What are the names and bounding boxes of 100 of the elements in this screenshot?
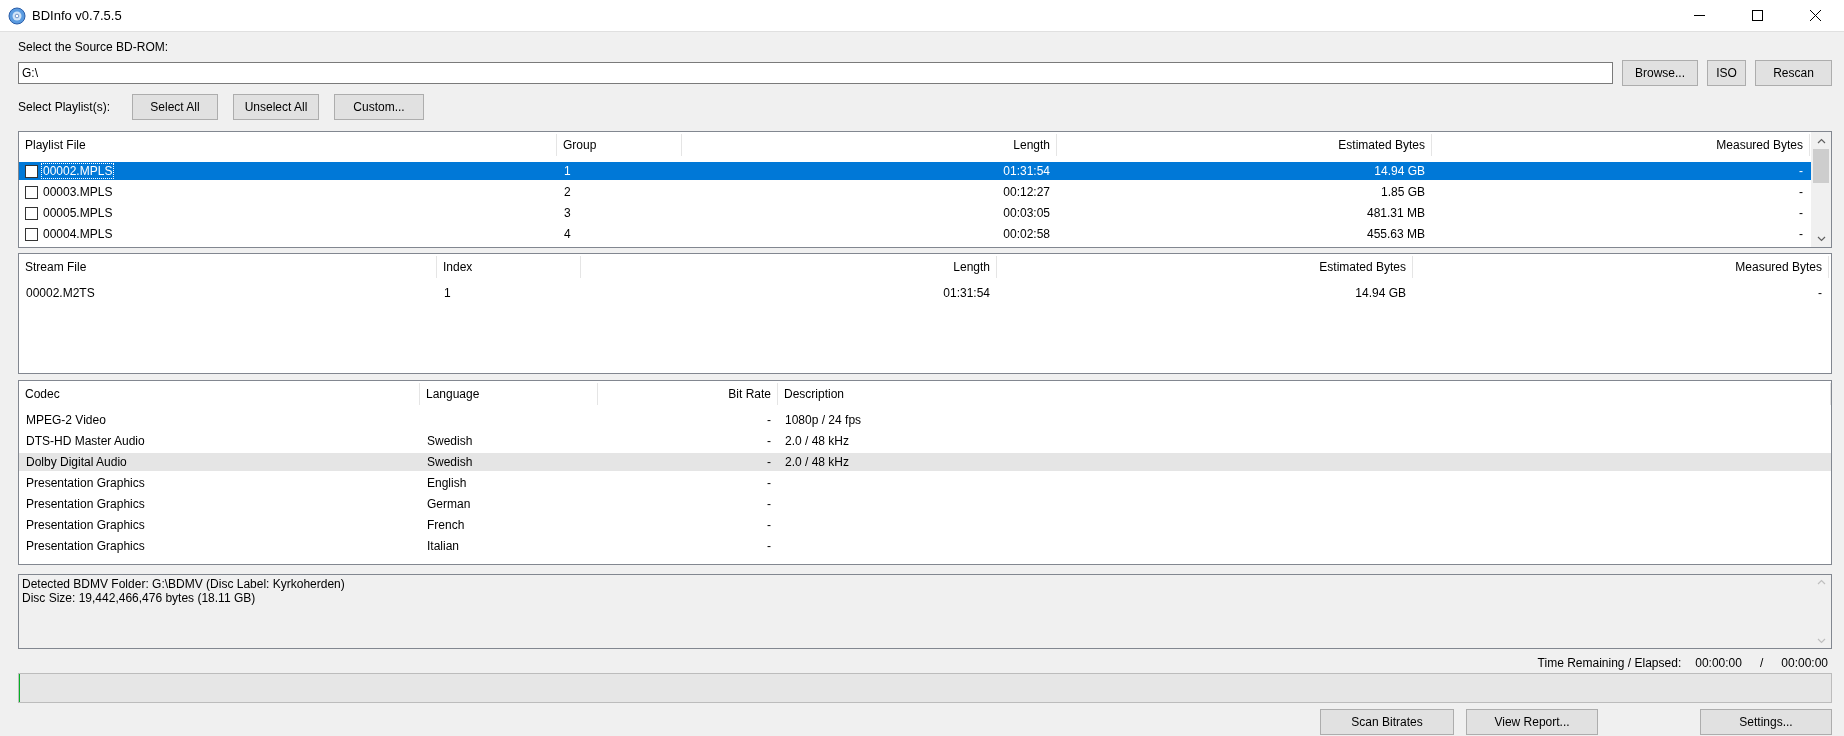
- log-line: Disc Size: 19,442,466,476 bytes (18.11 GB): [22, 591, 257, 605]
- button[interactable]: View Report...: [1466, 709, 1598, 735]
- table-row[interactable]: DTS-HD Master Audio Swedish - 2.0 / 48 kHz: [19, 432, 1831, 450]
- button[interactable]: Browse...: [1622, 60, 1698, 86]
- column-header[interactable]: Measured Bytes: [1413, 256, 1829, 278]
- table-cell: French: [426, 518, 466, 532]
- table-cell: 00002.MPLS: [42, 164, 114, 178]
- table-cell: -: [766, 518, 772, 532]
- table-cell: -: [1798, 206, 1804, 220]
- table-cell: English: [426, 476, 468, 490]
- table-cell: 01:31:54: [1002, 164, 1051, 178]
- table-row[interactable]: 00005.MPLS 3 00:03:05 481.31 MB -: [19, 204, 1811, 222]
- table-cell: Dolby Digital Audio: [25, 455, 128, 469]
- table-cell: 00:03:05: [1002, 206, 1051, 220]
- table-cell: 481.31 MB: [1365, 206, 1426, 220]
- column-header[interactable]: Measured Bytes: [1432, 134, 1810, 156]
- table-cell: 00002.M2TS: [25, 286, 96, 300]
- table-row[interactable]: 00004.MPLS 4 00:02:58 455.63 MB -: [19, 225, 1811, 243]
- table-cell: Presentation Graphics: [25, 476, 146, 490]
- table-row[interactable]: Presentation Graphics Italian -: [19, 537, 1831, 555]
- table-row[interactable]: 00003.MPLS 2 00:12:27 1.85 GB -: [19, 183, 1811, 201]
- table-cell: Presentation Graphics: [25, 497, 146, 511]
- playlist-label: Select Playlist(s):: [18, 100, 112, 114]
- table-cell: 4: [563, 227, 572, 241]
- table-cell: -: [766, 455, 772, 469]
- column-header[interactable]: Estimated Bytes: [1057, 134, 1432, 156]
- button[interactable]: ISO: [1707, 60, 1746, 86]
- table-row[interactable]: Presentation Graphics German -: [19, 495, 1831, 513]
- column-header[interactable]: Group: [557, 134, 682, 156]
- disc-icon: [8, 6, 26, 25]
- table-cell: 00004.MPLS: [42, 227, 114, 241]
- button[interactable]: Scan Bitrates: [1320, 709, 1454, 735]
- table-cell: -: [766, 413, 772, 427]
- table-cell: 14.94 GB: [1354, 286, 1407, 300]
- column-header[interactable]: Codec: [19, 383, 420, 405]
- window-title: BDInfo v0.7.5.5: [32, 8, 122, 23]
- table-cell: 00003.MPLS: [42, 185, 114, 199]
- table-cell: 00005.MPLS: [42, 206, 114, 220]
- column-header[interactable]: Description: [778, 383, 1831, 405]
- vertical-scrollbar[interactable]: [1811, 132, 1831, 247]
- column-header[interactable]: Length: [682, 134, 1057, 156]
- time-label: Time Remaining / Elapsed:: [1537, 656, 1682, 670]
- column-header[interactable]: Estimated Bytes: [997, 256, 1413, 278]
- scroll-down-icon[interactable]: [1816, 235, 1826, 242]
- table-cell: -: [1817, 286, 1823, 300]
- column-header[interactable]: Language: [420, 383, 598, 405]
- checkbox[interactable]: [25, 206, 38, 220]
- table-cell: German: [426, 497, 472, 511]
- table-cell: Swedish: [426, 434, 474, 448]
- column-header[interactable]: Length: [581, 256, 997, 278]
- table-cell: MPEG-2 Video: [25, 413, 107, 427]
- time-separator: /: [1759, 656, 1764, 670]
- source-label: Select the Source BD-ROM:: [18, 40, 170, 55]
- table-cell: 2: [563, 185, 572, 199]
- table-cell: 2.0 / 48 kHz: [784, 455, 851, 469]
- close-icon[interactable]: [1809, 10, 1821, 21]
- table-cell: -: [766, 476, 772, 490]
- checkbox[interactable]: [25, 185, 38, 199]
- table-cell: -: [1798, 227, 1804, 241]
- table-cell: 2.0 / 48 kHz: [784, 434, 851, 448]
- table-cell: Swedish: [426, 455, 474, 469]
- table-cell: 1080p / 24 fps: [784, 413, 863, 427]
- table-row[interactable]: MPEG-2 Video - 1080p / 24 fps: [19, 411, 1831, 429]
- table-cell: 01:31:54: [942, 286, 991, 300]
- table-cell: 00:02:58: [1002, 227, 1051, 241]
- log-line: Detected BDMV Folder: G:\BDMV (Disc Label: Kyrkoherden): [22, 577, 346, 591]
- scroll-up-icon[interactable]: [1816, 137, 1826, 144]
- column-header[interactable]: Index: [437, 256, 581, 278]
- table-row[interactable]: Presentation Graphics French -: [19, 516, 1831, 534]
- source-path-field[interactable]: G:\: [18, 62, 1613, 84]
- table-cell: Italian: [426, 539, 461, 553]
- time-elapsed: 00:00:00: [1781, 656, 1828, 670]
- table-cell: DTS-HD Master Audio: [25, 434, 146, 448]
- maximize-icon[interactable]: [1751, 10, 1763, 21]
- column-header[interactable]: Bit Rate: [598, 383, 778, 405]
- table-cell: -: [766, 539, 772, 553]
- checkbox[interactable]: [25, 227, 38, 241]
- table-cell: -: [1798, 164, 1804, 178]
- button[interactable]: Rescan: [1755, 60, 1832, 86]
- table-cell: -: [766, 434, 772, 448]
- button[interactable]: Unselect All: [233, 94, 319, 120]
- table-cell: Presentation Graphics: [25, 518, 146, 532]
- button[interactable]: Custom...: [334, 94, 424, 120]
- table-cell: 00:12:27: [1002, 185, 1051, 199]
- table-cell: 3: [563, 206, 572, 220]
- table-cell: -: [766, 497, 772, 511]
- table-cell: -: [1798, 185, 1804, 199]
- column-header[interactable]: Stream File: [19, 256, 437, 278]
- table-cell: 14.94 GB: [1373, 164, 1426, 178]
- table-row[interactable]: Dolby Digital Audio Swedish - 2.0 / 48 kHz: [19, 453, 1831, 471]
- scrollbar-thumb[interactable]: [1813, 149, 1829, 183]
- button[interactable]: Settings...: [1700, 709, 1832, 735]
- table-cell: 1: [563, 164, 572, 178]
- column-header[interactable]: Playlist File: [19, 134, 557, 156]
- button[interactable]: Select All: [132, 94, 218, 120]
- table-cell: 1.85 GB: [1379, 185, 1426, 199]
- table-cell: 455.63 MB: [1365, 227, 1426, 241]
- table-row[interactable]: Presentation Graphics English -: [19, 474, 1831, 492]
- table-row[interactable]: 00002.MPLS 1 01:31:54 14.94 GB -: [19, 162, 1811, 180]
- checkbox[interactable]: [25, 164, 38, 178]
